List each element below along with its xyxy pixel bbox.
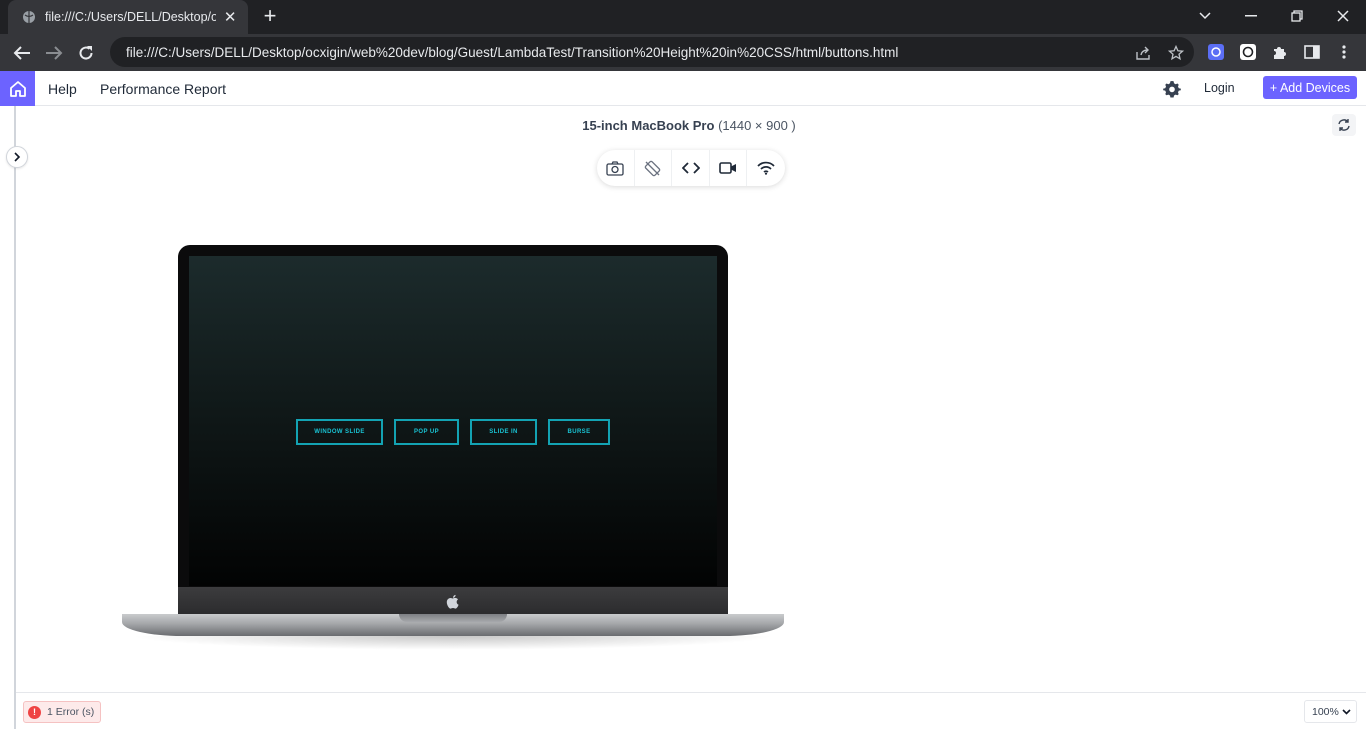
burse-button[interactable]: BURSE — [548, 419, 610, 445]
browser-menu-icon[interactable] — [1335, 43, 1353, 61]
browser-tab-strip: file:///C:/Users/DELL/Desktop/ocxigin/we… — [0, 0, 1366, 34]
zoom-value: 100% — [1312, 705, 1339, 718]
address-bar[interactable]: file:///C:/Users/DELL/Desktop/ocxigin/we… — [110, 37, 1194, 67]
rotate-device-button[interactable] — [1332, 114, 1356, 136]
pop-up-button[interactable]: POP UP — [394, 419, 459, 445]
minimize-icon[interactable] — [1239, 5, 1263, 27]
app-header: Help Performance Report Login + Add Devi… — [0, 71, 1366, 106]
error-badge[interactable]: ! 1 Error (s) — [23, 701, 102, 723]
laptop-shadow — [130, 636, 776, 650]
share-icon[interactable] — [1134, 43, 1154, 63]
reload-icon[interactable] — [73, 40, 99, 66]
tab-search-icon[interactable] — [1193, 5, 1217, 27]
window-slide-button[interactable]: WINDOW SLIDE — [296, 419, 383, 445]
home-button[interactable] — [0, 71, 35, 106]
code-icon — [681, 162, 700, 174]
error-alert-icon: ! — [28, 705, 41, 719]
extensions-puzzle-icon[interactable] — [1271, 43, 1289, 61]
device-resolution: (1440 × 900 ) — [718, 118, 796, 133]
nav-performance-report[interactable]: Performance Report — [100, 81, 226, 97]
video-camera-icon — [719, 162, 737, 174]
back-icon[interactable] — [9, 40, 35, 66]
sidebar-rail — [14, 106, 16, 729]
bookmark-star-icon[interactable] — [1166, 43, 1186, 63]
sidebar-expand-button[interactable] — [6, 146, 28, 168]
settings-gear-icon[interactable] — [1162, 79, 1182, 99]
tab-close-icon[interactable]: ✕ — [222, 8, 238, 26]
laptop-chin — [178, 587, 728, 617]
apple-logo-icon — [446, 594, 459, 609]
side-panel-icon[interactable] — [1303, 43, 1321, 61]
laptop-notch — [399, 614, 507, 622]
new-tab-button[interactable]: + — [258, 5, 282, 29]
camera-icon — [606, 160, 624, 176]
nav-help[interactable]: Help — [48, 81, 77, 97]
chevron-right-icon — [14, 152, 21, 162]
extension-lambdatest-icon[interactable] — [1207, 43, 1225, 61]
rotate-icon — [1338, 119, 1350, 131]
record-video-button[interactable] — [710, 150, 748, 186]
browser-toolbar: file:///C:/Users/DELL/Desktop/ocxigin/we… — [0, 34, 1366, 71]
device-toolbar — [597, 150, 785, 186]
rotation-lock-icon — [645, 160, 661, 176]
device-screen: WINDOW SLIDE POP UP SLIDE IN BURSE — [189, 256, 717, 586]
home-icon — [9, 80, 26, 97]
error-label: 1 Error (s) — [47, 706, 95, 718]
network-throttle-button[interactable] — [747, 150, 785, 186]
globe-icon — [22, 10, 36, 24]
browser-tab[interactable]: file:///C:/Users/DELL/Desktop/ocxigin/we… — [8, 0, 248, 34]
extension-openai-icon[interactable] — [1239, 43, 1257, 61]
add-devices-button[interactable]: + Add Devices — [1263, 76, 1357, 99]
rotate-off-button[interactable] — [635, 150, 673, 186]
laptop-base — [122, 614, 784, 636]
tab-title: file:///C:/Users/DELL/Desktop/ocxigin/we… — [45, 10, 217, 24]
slide-in-button[interactable]: SLIDE IN — [470, 419, 537, 445]
window-close-icon[interactable] — [1331, 5, 1355, 27]
login-link[interactable]: Login — [1204, 81, 1235, 95]
forward-icon[interactable] — [41, 40, 67, 66]
status-footer: ! 1 Error (s) 100% — [16, 692, 1366, 729]
wifi-icon — [757, 161, 775, 175]
address-url: file:///C:/Users/DELL/Desktop/ocxigin/we… — [126, 45, 899, 60]
device-name: 15-inch MacBook Pro — [582, 118, 715, 133]
device-title: 15-inch MacBook Pro (1440 × 900 ) — [0, 118, 1366, 133]
chevron-down-icon — [1342, 708, 1351, 715]
screenshot-button[interactable] — [597, 150, 635, 186]
laptop-frame: WINDOW SLIDE POP UP SLIDE IN BURSE — [178, 245, 728, 617]
restore-icon[interactable] — [1285, 5, 1309, 27]
devtools-button[interactable] — [672, 150, 710, 186]
zoom-select[interactable]: 100% — [1304, 700, 1357, 723]
